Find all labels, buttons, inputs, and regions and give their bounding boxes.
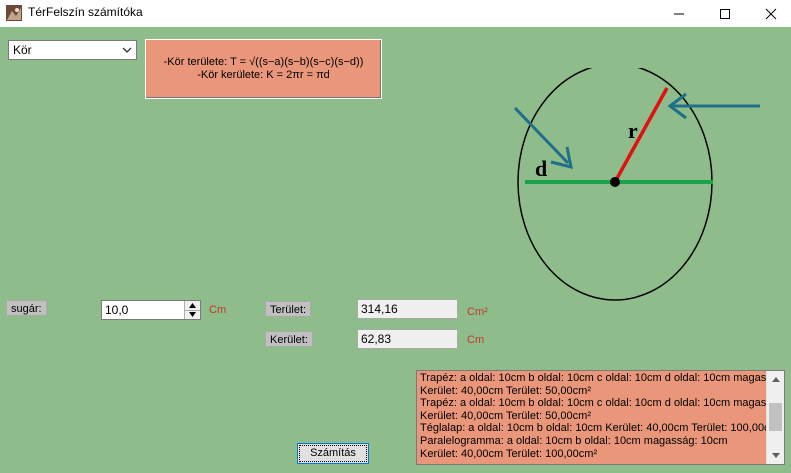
shape-select-value: Kör (13, 43, 32, 57)
log-line: Paralelogramma: a oldal: 10cm b oldal: 1… (420, 434, 728, 447)
log-line: Trapéz: a oldal: 10cm b oldal: 10cm c ol… (420, 372, 766, 384)
center-point (610, 177, 620, 187)
radius-label-box: sugár: (6, 300, 47, 316)
radius-input[interactable]: 10,0 (101, 300, 201, 320)
window-title: TérFelszín számítóka (28, 5, 143, 19)
spin-down-button[interactable] (185, 310, 200, 319)
chevron-up-icon (771, 377, 780, 382)
scroll-up-button[interactable] (767, 371, 784, 388)
radius-line (613, 87, 669, 183)
scroll-thumb[interactable] (769, 403, 782, 431)
calculate-button[interactable]: Számítás (297, 443, 369, 464)
area-formula: -Kör területe: T = √((s−a)(s−b)(s−c)(s−d… (163, 56, 364, 68)
app-window: TérFelszín számítóka Kör -Kör területe: … (0, 0, 791, 473)
minimize-button[interactable] (656, 0, 701, 27)
perimeter-formula: -Kör kerülete: K = 2πr = πd (197, 69, 330, 81)
log-line: Kerület: 40,00cm Terület: 50,00cm² (420, 409, 591, 422)
radius-spinner[interactable] (184, 301, 200, 319)
log-scrollbar[interactable] (766, 371, 784, 464)
log-line: Trapéz: a oldal: 10cm b oldal: 10cm c ol… (420, 397, 766, 410)
radius-label: r (628, 118, 638, 143)
history-lines: Trapéz: a oldal: 10cm b oldal: 10cm c ol… (420, 372, 766, 460)
history-log[interactable]: Trapéz: a oldal: 10cm b oldal: 10cm c ol… (416, 370, 785, 465)
circle-diagram: r d (513, 68, 760, 301)
log-line: Téglalap: a oldal: 10cm b oldal: 10cm Ke… (420, 422, 766, 435)
perimeter-result: 62,83 (357, 329, 458, 349)
shape-select[interactable]: Kör (8, 40, 137, 60)
arrow-to-radius (667, 92, 760, 120)
diameter-label: d (535, 156, 547, 181)
maximize-icon (719, 8, 730, 19)
maximize-button[interactable] (702, 0, 747, 27)
triangle-up-icon (189, 303, 196, 308)
triangle-down-icon (189, 312, 196, 317)
area-unit: Cm² (467, 306, 488, 318)
radius-unit: Cm (209, 304, 227, 316)
log-line: Kerület: 40,00cm Terület: 50,00cm² (420, 384, 591, 397)
scroll-down-button[interactable] (767, 447, 784, 464)
chevron-down-icon (122, 47, 132, 53)
close-button[interactable] (748, 0, 791, 27)
app-icon (6, 5, 22, 21)
perimeter-value: 62,83 (361, 332, 392, 346)
perimeter-label: Kerület: (265, 331, 313, 347)
formula-box: -Kör területe: T = √((s−a)(s−b)(s−c)(s−d… (145, 39, 382, 99)
area-label: Terület: (265, 301, 312, 317)
log-line: Kerület: 40,00cm Terület: 100,00cm² (420, 447, 598, 460)
chevron-down-icon (771, 453, 780, 458)
minimize-icon (673, 13, 684, 14)
radius-value: 10,0 (105, 303, 129, 317)
close-icon (765, 8, 776, 19)
area-result: 314,16 (357, 299, 458, 319)
perimeter-unit: Cm (467, 334, 485, 346)
area-value: 314,16 (361, 302, 398, 316)
title-bar[interactable]: TérFelszín számítóka (0, 0, 791, 27)
